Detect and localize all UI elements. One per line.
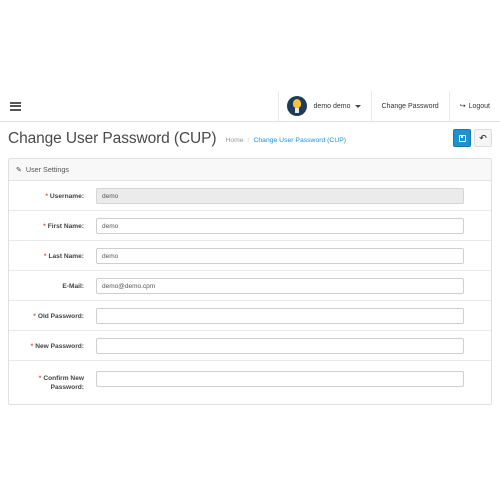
caret-down-icon [354,104,361,108]
form-row-first-name: * First Name: [9,211,491,241]
sign-out-icon: ↪ [459,103,466,110]
username-label: * Username: [45,193,84,200]
first-name-field[interactable] [96,218,464,234]
old-password-label: * Old Password: [33,313,84,320]
confirm-password-field[interactable] [96,371,464,387]
page-header: Change User Password (CUP) Home / Change… [8,128,492,150]
breadcrumb-home-link[interactable]: Home [225,137,243,144]
form-row-username: * Username: [9,181,491,211]
last-name-label: * Last Name: [43,253,84,260]
page-actions: ↶ [453,129,492,147]
panel-heading-label: User Settings [25,165,70,174]
first-name-label: * First Name: [43,223,84,230]
page-title: Change User Password (CUP) [8,130,217,147]
old-password-field[interactable] [96,308,464,324]
form-row-confirm-password: * Confirm New Password: [9,361,491,404]
form-row-last-name: * Last Name: [9,241,491,271]
form-row-old-password: * Old Password: [9,301,491,331]
email-label: E-Mail: [62,283,84,290]
breadcrumb-current-link[interactable]: Change User Password (CUP) [253,137,346,144]
breadcrumb: Home / Change User Password (CUP) [225,137,346,144]
last-name-field[interactable] [96,248,464,264]
username-field[interactable] [96,188,464,204]
user-name: demo demo [313,102,351,110]
form-row-email: E-Mail: [9,271,491,301]
logout-label: Logout [468,102,490,110]
header-spacer [30,91,278,121]
email-field[interactable] [96,278,464,294]
menu-toggle-button[interactable] [0,91,30,121]
back-button[interactable]: ↶ [474,129,492,147]
form-row-new-password: * New Password: [9,331,491,361]
change-password-label: Change Password [381,102,439,110]
user-menu-dropdown[interactable]: demo demo [277,91,371,121]
logout-link[interactable]: ↪ Logout [448,91,500,121]
save-button[interactable] [453,129,471,147]
change-password-link[interactable]: Change Password [370,91,449,121]
avatar [286,96,307,116]
confirm-password-label: * Confirm New Password: [38,375,84,391]
panel-heading: ✎ User Settings [9,159,491,181]
top-header: demo demo Change Password ↪ Logout [0,91,500,122]
new-password-label: * New Password: [30,343,84,350]
hamburger-icon [9,101,21,111]
breadcrumb-separator: / [247,137,250,144]
reply-icon: ↶ [479,132,487,143]
new-password-field[interactable] [96,338,464,354]
save-icon [458,134,466,142]
pencil-icon: ✎ [16,166,22,174]
user-settings-panel: ✎ User Settings *Username: *First Name: … [8,158,492,405]
